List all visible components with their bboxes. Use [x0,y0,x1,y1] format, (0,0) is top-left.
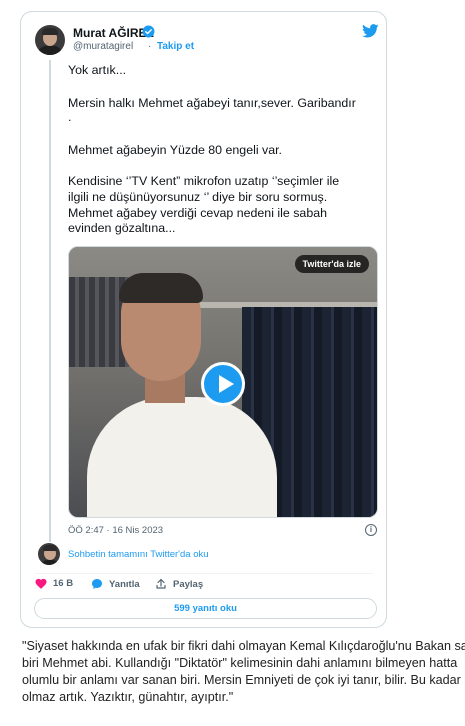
tweet-text-line: Mersin halkı Mehmet ağabeyi tanır,sever.… [68,96,356,110]
verified-badge-icon [142,25,155,38]
heart-icon [35,578,47,589]
share-button[interactable]: Paylaş [155,578,203,590]
watch-on-twitter-button[interactable]: Twitter'da izle [294,255,369,273]
tweet-text-line: evinden gözaltına... [68,221,176,235]
caption-line: "Siyaset hakkında en ufak bir fikri dahi… [22,639,465,653]
tweet-text-line: ilgili ne düşünüyorsunuz ‘’ diye bir sor… [68,190,328,204]
divider [35,573,373,574]
caption-line: biri Mehmet abi. Kullandığı "Diktatör" k… [22,656,458,670]
read-conversation-link[interactable]: Sohbetin tamamını Twitter'da oku [68,549,209,560]
like-count: 16 B [53,578,74,589]
tweet-text-line: Mehmet ağabey verdiği cevap nedeni ile s… [68,206,327,220]
author-avatar[interactable] [35,25,65,55]
like-button[interactable]: 16 B [35,578,73,589]
reply-button[interactable]: Yanıtla [91,578,140,590]
conversation-avatar [38,543,60,565]
share-label: Paylaş [173,578,204,590]
tweet-text-line: . [68,110,72,124]
tweet-text-line: Yok artık... [68,63,127,77]
video-thumbnail[interactable]: Twitter'da izle [68,246,378,518]
separator-dot: · [148,41,152,52]
tweet-text-line: Mehmet ağabeyin Yüzde 80 engeli var. [68,143,282,157]
reply-label: Yanıtla [109,578,140,590]
person-shirt [87,397,277,517]
reply-bubble-icon [92,579,102,589]
tweet-timestamp[interactable]: ÖÖ 2:47 · 16 Nis 2023 [68,525,163,536]
caption-line: olmaz artık. Yazıktır, günahtır, ayıptır… [22,690,234,704]
share-icon [156,578,166,589]
info-icon[interactable]: i [365,524,377,536]
caption-line: olumlu bir anlamı var sanan biri. Mersin… [22,673,461,687]
author-handle[interactable]: @muratagirel [73,41,133,52]
follow-button[interactable]: Takip et [157,41,194,52]
tweet-text-line: Kendisine ‘’TV Kent” mikrofon uzatıp ‘’s… [68,174,340,188]
read-replies-button[interactable]: 599 yanıtı oku [34,598,377,619]
play-icon[interactable] [201,362,245,406]
thread-line [49,60,51,542]
twitter-bird-icon[interactable] [362,24,379,38]
tweet-embed-card: Murat AĞIREL @muratagirel · Takip et Yok… [20,11,387,628]
